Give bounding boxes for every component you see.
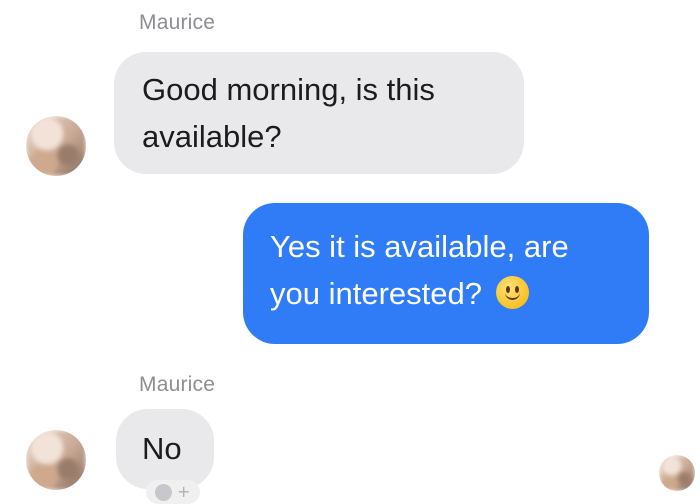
avatar[interactable]	[26, 116, 86, 176]
plus-icon: +	[177, 482, 191, 501]
read-receipt-avatar	[659, 455, 695, 491]
message-bubble-incoming[interactable]: Good morning, is this available?	[114, 52, 524, 174]
reaction-face-icon	[155, 484, 172, 501]
message-text: Good morning, is this available?	[142, 72, 435, 154]
smiling-face-emoji-icon	[495, 276, 529, 309]
sender-name: Maurice	[139, 373, 216, 396]
add-reaction-button[interactable]: +	[146, 480, 200, 504]
message-text: No	[142, 431, 182, 466]
sender-name: Maurice	[139, 11, 216, 34]
message-bubble-incoming[interactable]: No	[116, 409, 214, 489]
message-thread: Maurice Good morning, is this available?…	[0, 0, 700, 504]
avatar[interactable]	[26, 430, 86, 490]
message-bubble-outgoing[interactable]: Yes it is available, are you interested?	[243, 203, 649, 344]
